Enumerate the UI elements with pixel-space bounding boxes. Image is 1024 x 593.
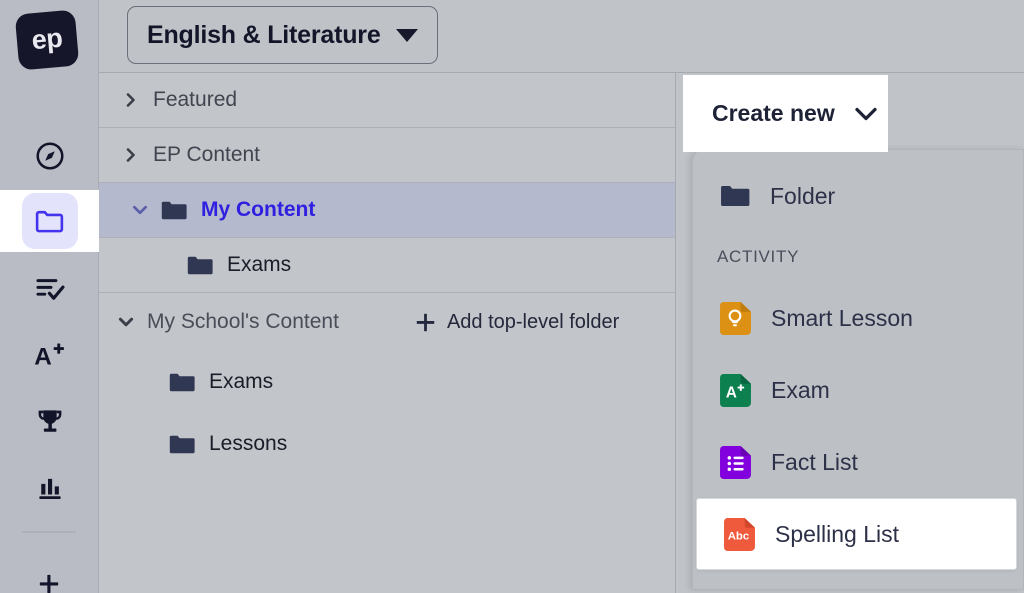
menu-item-label: Smart Lesson [771,304,913,331]
list-check-icon [35,279,65,300]
chevron-down-icon [118,317,134,327]
content-tree-panel[interactable]: Featured EP Content My Content Exams My … [99,73,676,593]
chevron-down-icon [395,28,418,42]
a-plus-doc-icon: A [720,373,751,407]
plus-icon [416,313,435,331]
rail-item-reports[interactable] [0,456,99,518]
rail-item-assignments[interactable] [0,258,99,320]
tree-row-my-content-exams[interactable]: Exams [99,238,675,293]
lightbulb-doc-icon [720,301,751,335]
tree-row-ep-content[interactable]: EP Content [99,128,675,183]
menu-group-activity: ACTIVITY [717,247,800,266]
content-library-screen: ep A English & Literature Featured EP Co… [0,0,1024,593]
tree-section-my-schools-content[interactable]: My School's Content Add top-level folder [99,293,675,351]
folder-icon [187,256,213,274]
rail-item-content[interactable] [0,190,99,252]
tree-section-label: My School's Content [147,310,339,333]
menu-item-label: Spelling List [775,520,900,547]
chevron-right-icon [126,93,135,107]
rail-item-awards[interactable] [0,390,99,452]
menu-item-label: Exam [771,376,830,403]
tree-row-label: Exams [227,253,292,276]
rail-pill-assignments [22,261,78,317]
abc-doc-icon: Abc [724,517,755,551]
rail-item-explore[interactable] [0,125,99,187]
list-doc-icon [720,445,751,479]
rail-pill-explore [22,128,78,184]
create-new-button[interactable]: Create new [683,75,888,152]
tree-row-featured[interactable]: Featured [99,73,675,128]
tree-row-label: Featured [153,88,238,111]
tree-row-school-exams[interactable]: Exams [99,351,675,413]
tree-row-label: Exams [209,370,274,393]
tree-row-school-lessons[interactable]: Lessons [99,413,675,475]
menu-item-spelling-list[interactable]: Abc Spelling List [696,498,1017,570]
rail-pill-reports [22,459,78,515]
menu-item-label: Fact List [771,448,858,475]
rail-pill-awards [22,393,78,449]
compass-icon [35,142,64,170]
tree-row-label: My Content [201,198,316,221]
app-logo[interactable]: ep [14,9,80,71]
svg-text:A: A [726,384,737,401]
chevron-down-icon [133,205,147,215]
menu-item-smart-lesson[interactable]: Smart Lesson [693,282,1023,354]
tree-row-label: Lessons [209,432,288,455]
rail-item-grades[interactable]: A [0,324,99,386]
folder-icon [169,373,195,391]
subject-selector[interactable]: English & Literature [127,6,438,64]
app-logo-text: ep [30,22,64,55]
rail-pill-content [21,193,78,249]
menu-item-folder[interactable]: Folder [693,160,1023,232]
tree-row-my-content[interactable]: My Content [99,183,675,238]
add-top-level-folder-label: Add top-level folder [446,310,620,333]
top-bar: English & Literature [99,0,1024,73]
svg-text:A: A [34,344,52,370]
svg-text:Abc: Abc [728,530,749,542]
folder-icon [169,435,195,453]
create-new-label: Create new [712,100,835,126]
trophy-icon [38,410,61,432]
menu-item-exam[interactable]: A Exam [693,354,1023,426]
rail-divider [22,531,76,533]
chevron-right-icon [126,148,135,162]
a-plus-icon: A [34,343,64,370]
create-new-menu[interactable]: Folder ACTIVITY Smart Lesson A Exam Fact… [692,149,1024,590]
menu-item-fact-list[interactable]: Fact List [693,426,1023,498]
folder-icon [721,186,750,206]
bar-chart-icon [38,478,61,499]
plus-icon[interactable] [38,573,60,593]
left-nav-rail: ep A [0,0,99,593]
rail-pill-grades: A [22,327,78,383]
folder-icon [161,201,187,219]
tree-row-label: EP Content [153,143,261,166]
menu-item-label: Folder [770,182,836,209]
chevron-down-icon [855,107,877,120]
folder-icon [35,210,64,232]
subject-selector-label: English & Literature [147,20,381,49]
add-top-level-folder-button[interactable]: Add top-level folder [415,311,619,334]
